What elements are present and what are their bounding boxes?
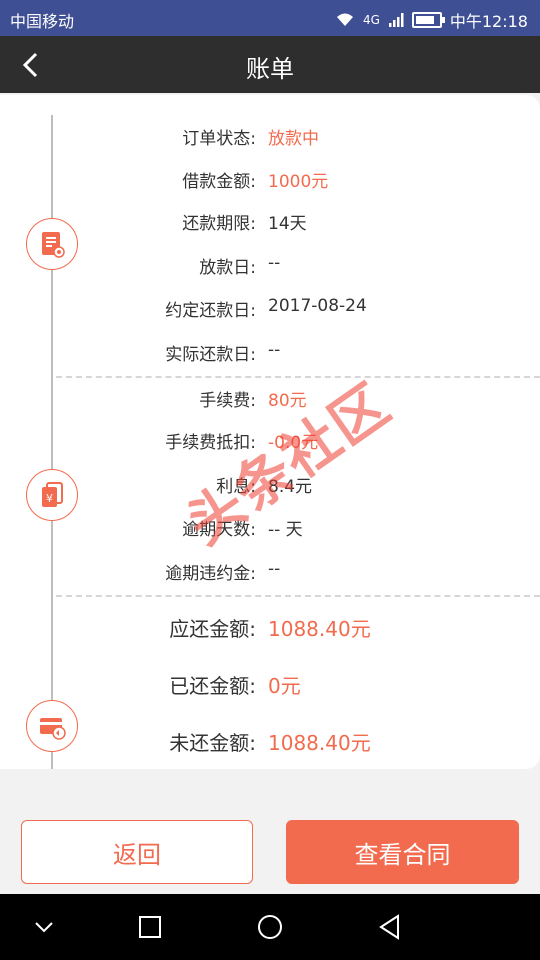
row-disburse-date: 放款日: -- — [0, 249, 540, 279]
system-nav-bar — [0, 894, 540, 960]
status-bar: 中国移动 4G 中午12:18 — [0, 0, 540, 36]
row-value: -- 天 — [268, 520, 303, 540]
row-overdue-days: 逾期天数: -- 天 — [0, 511, 540, 541]
row-label: 手续费: — [199, 391, 256, 411]
row-label: 借款金额: — [182, 172, 256, 192]
network-type: 4G — [362, 13, 380, 27]
clock: 中午12:18 — [449, 12, 528, 31]
section-divider — [56, 595, 540, 597]
row-amount-due: 应还金额: 1088.40元 — [0, 609, 540, 641]
chevron-down-icon[interactable] — [28, 911, 60, 943]
back-button[interactable]: 返回 — [21, 820, 253, 884]
bill-card: ¥ 订单状态: 放款中 借款金额: 1000元 还款期限: 14天 放款日: -… — [0, 95, 540, 769]
row-value: 8.4元 — [268, 477, 313, 497]
back-triangle-icon[interactable] — [374, 911, 406, 943]
row-value: -- — [268, 253, 281, 273]
row-value: -- — [268, 340, 281, 360]
row-fee: 手续费: 80元 — [0, 382, 540, 412]
home-circle-icon[interactable] — [254, 911, 286, 943]
row-value: -- — [268, 559, 281, 579]
row-label: 订单状态: — [182, 129, 256, 149]
view-contract-button[interactable]: 查看合同 — [286, 820, 519, 884]
row-fee-deduction: 手续费抵扣: -0.0元 — [0, 424, 540, 454]
row-value: -0.0元 — [268, 433, 319, 453]
battery-icon — [411, 12, 445, 28]
row-value: 0元 — [268, 674, 301, 698]
row-loan-amount: 借款金额: 1000元 — [0, 163, 540, 193]
row-amount-paid: 已还金额: 0元 — [0, 666, 540, 698]
row-label: 约定还款日: — [165, 301, 256, 321]
row-value: 1088.40元 — [268, 731, 371, 755]
wifi-icon — [336, 13, 353, 26]
signal-icon — [388, 13, 404, 27]
row-label: 逾期天数: — [182, 520, 256, 540]
row-label: 应还金额: — [169, 617, 256, 641]
row-due-date: 约定还款日: 2017-08-24 — [0, 292, 540, 322]
row-label: 实际还款日: — [165, 345, 256, 365]
row-amount-remaining: 未还金额: 1088.40元 — [0, 723, 540, 755]
row-label: 逾期违约金: — [165, 564, 256, 584]
row-label: 手续费抵扣: — [165, 433, 256, 453]
carrier-name: 中国移动 — [10, 12, 75, 31]
row-actual-repay-date: 实际还款日: -- — [0, 336, 540, 366]
row-repay-term: 还款期限: 14天 — [0, 205, 540, 235]
title-bar: 账单 — [0, 36, 540, 93]
row-interest: 利息: 8.4元 — [0, 468, 540, 498]
row-label: 还款期限: — [182, 214, 256, 234]
row-value: 2017-08-24 — [268, 296, 367, 316]
row-value: 80元 — [268, 391, 307, 411]
status-icons: 4G 中午12:18 — [335, 8, 528, 32]
page-title: 账单 — [246, 55, 294, 83]
row-label: 未还金额: — [169, 731, 256, 755]
row-label: 已还金额: — [169, 674, 256, 698]
row-overdue-penalty: 逾期违约金: -- — [0, 555, 540, 585]
recents-square-icon[interactable] — [134, 911, 166, 943]
row-label: 利息: — [216, 477, 256, 497]
row-value: 14天 — [268, 214, 307, 234]
row-label: 放款日: — [199, 258, 256, 278]
row-value: 1000元 — [268, 172, 329, 192]
row-value: 放款中 — [268, 129, 319, 149]
section-divider — [56, 376, 540, 378]
row-order-status: 订单状态: 放款中 — [0, 120, 540, 150]
row-value: 1088.40元 — [268, 617, 371, 641]
